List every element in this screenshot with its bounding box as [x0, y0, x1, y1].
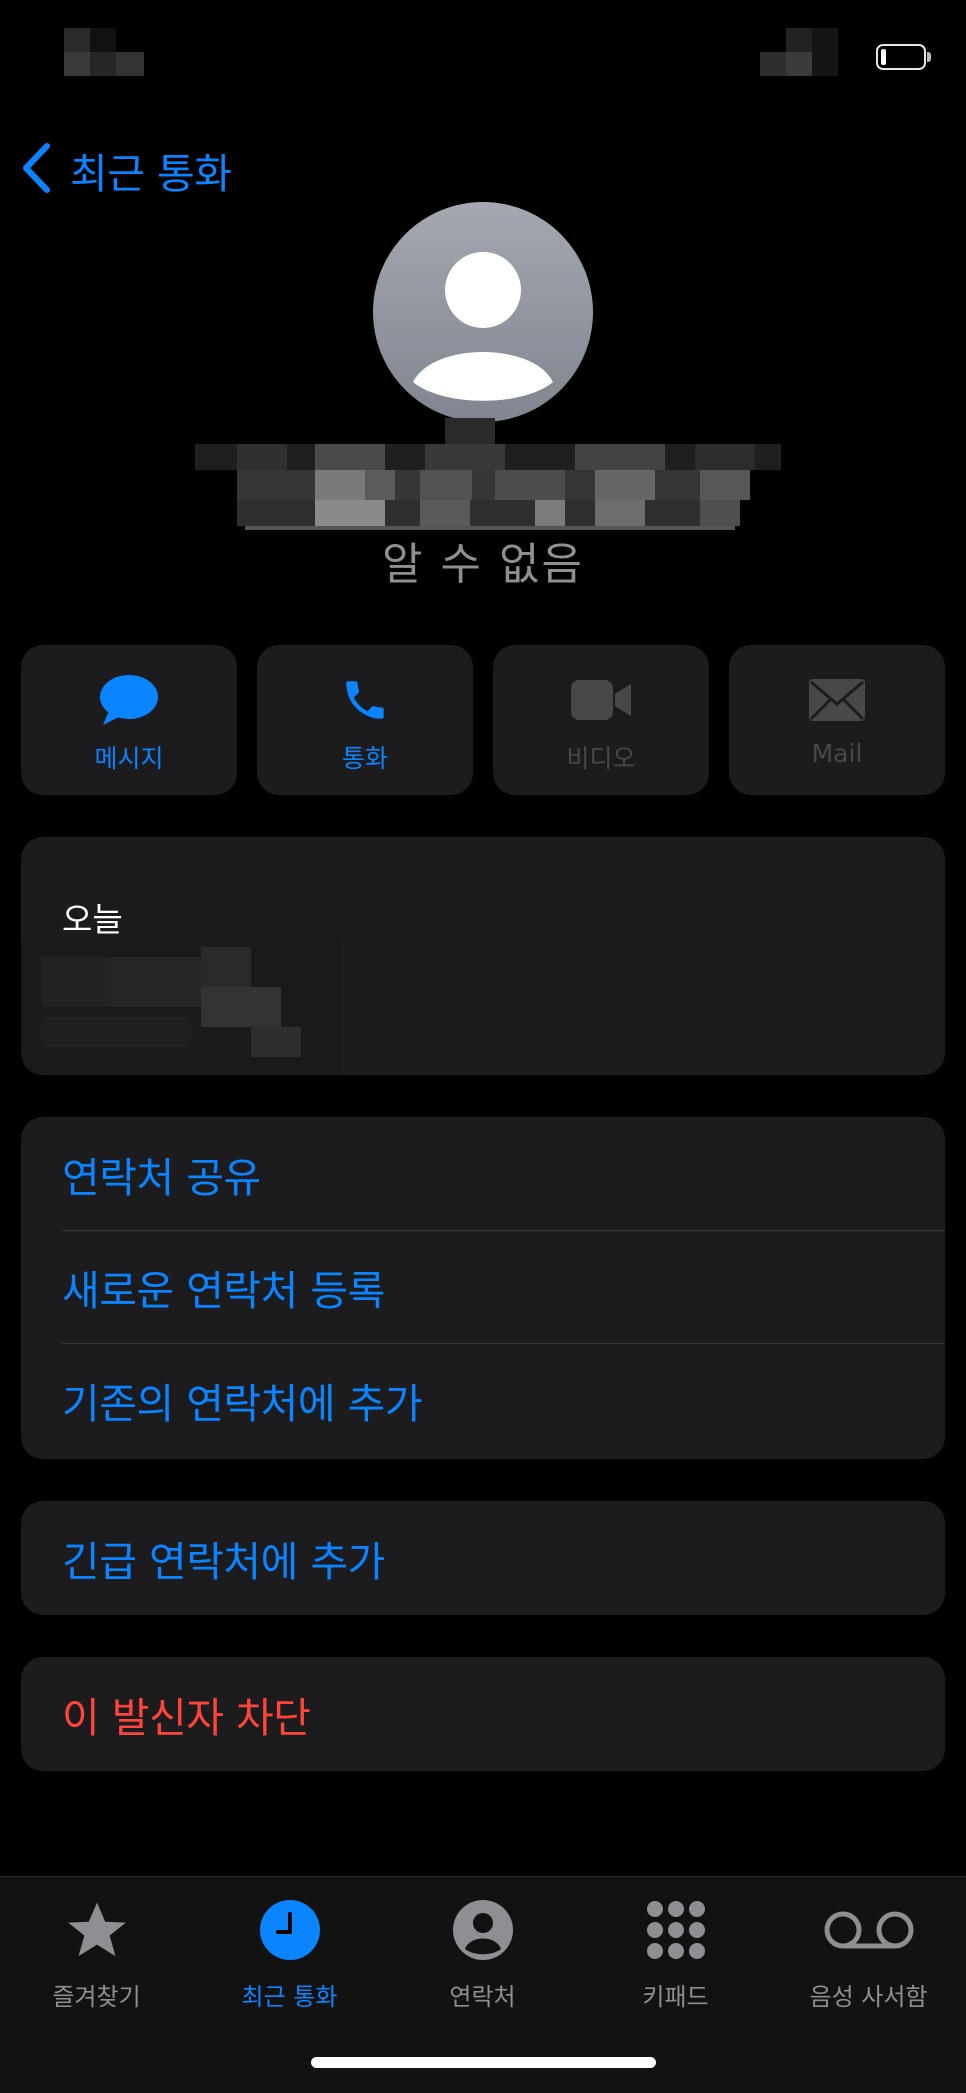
call-log-card: 오늘: [21, 837, 945, 1075]
create-new-contact-row[interactable]: 새로운 연락처 등록: [21, 1230, 945, 1343]
redacted-phone-number: [195, 418, 781, 530]
video-button[interactable]: 비디오: [493, 645, 709, 795]
share-contact-row[interactable]: 연락처 공유: [21, 1117, 945, 1230]
back-button[interactable]: 최근 통화: [20, 138, 232, 202]
star-icon: [63, 1895, 131, 1965]
call-log-date: 오늘: [62, 900, 123, 939]
keypad-icon: [645, 1895, 707, 1965]
mail-icon: [808, 673, 866, 727]
redacted-call-details: [21, 937, 341, 1075]
tab-recents[interactable]: 최근 통화: [193, 1895, 386, 2012]
video-button-label: 비디오: [566, 744, 636, 773]
tab-voicemail-label: 음성 사서함: [809, 1983, 928, 2011]
person-silhouette-icon: [413, 252, 553, 401]
avatar: [373, 202, 593, 422]
tab-favorites-label: 즐겨찾기: [52, 1983, 141, 2011]
redacted-signal-icon: [760, 28, 838, 76]
caller-status-label: 알 수 없음: [382, 539, 584, 590]
tab-voicemail[interactable]: 음성 사서함: [772, 1895, 965, 2012]
chevron-left-icon: [20, 142, 52, 198]
tab-contacts[interactable]: 연락처: [386, 1895, 579, 2012]
call-button-label: 통화: [341, 744, 388, 773]
add-emergency-contact-row[interactable]: 긴급 연락처에 추가: [21, 1501, 945, 1614]
tab-contacts-label: 연락처: [449, 1983, 516, 2011]
clock-icon: [259, 1895, 321, 1965]
video-icon: [569, 673, 633, 727]
redacted-time: [64, 28, 144, 76]
battery-icon: [876, 44, 926, 70]
emergency-card: 긴급 연락처에 추가: [21, 1501, 945, 1615]
back-label: 최근 통화: [70, 150, 232, 198]
contact-options-card: 연락처 공유 새로운 연락처 등록 기존의 연락처에 추가: [21, 1117, 945, 1459]
contact-person-icon: [452, 1895, 514, 1965]
tab-favorites[interactable]: 즐겨찾기: [0, 1895, 193, 2012]
message-button[interactable]: 메시지: [21, 645, 237, 795]
call-button[interactable]: 통화: [257, 645, 473, 795]
tab-keypad[interactable]: 키패드: [579, 1895, 772, 2012]
block-card: 이 발신자 차단: [21, 1657, 945, 1771]
message-button-label: 메시지: [94, 744, 164, 773]
add-to-existing-contact-row[interactable]: 기존의 연락처에 추가: [21, 1343, 945, 1456]
message-bubble-icon: [99, 673, 159, 727]
mail-button[interactable]: Mail: [729, 645, 945, 795]
voicemail-icon: [824, 1895, 914, 1965]
tab-keypad-label: 키패드: [642, 1983, 709, 2011]
phone-icon: [340, 673, 390, 727]
block-caller-row[interactable]: 이 발신자 차단: [21, 1657, 945, 1770]
home-indicator: [311, 2057, 656, 2068]
tab-recents-label: 최근 통화: [241, 1983, 338, 2011]
mail-button-label: Mail: [811, 739, 863, 768]
